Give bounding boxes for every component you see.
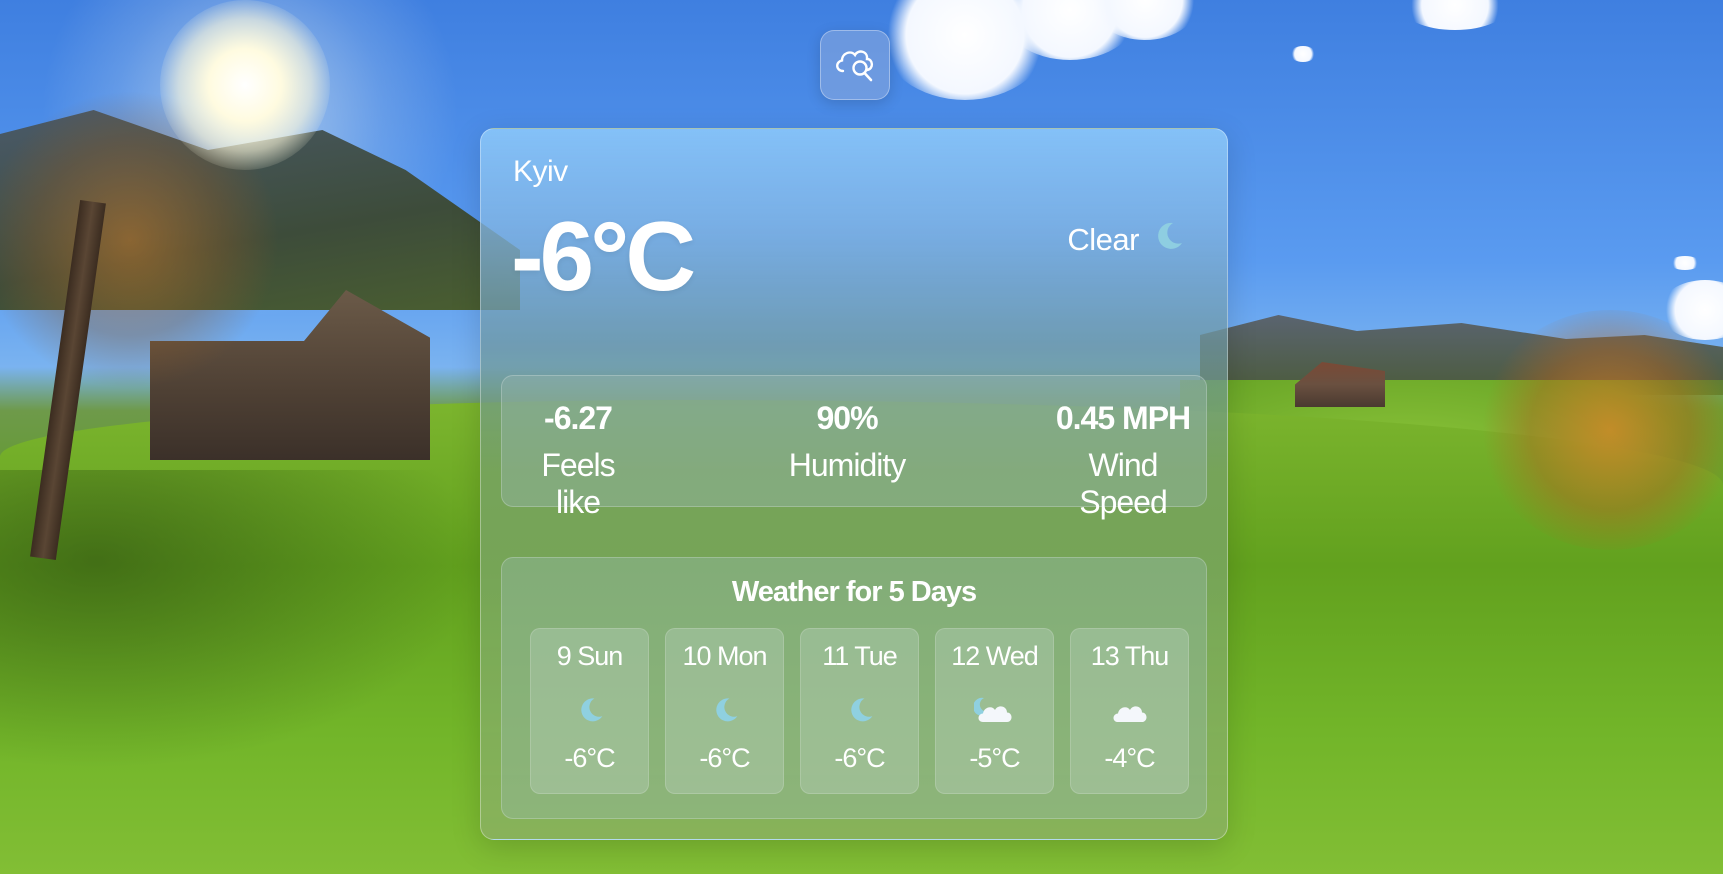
forecast-day-name: 10 Mon xyxy=(682,641,767,671)
background-cloud xyxy=(1400,0,1510,30)
background-mountain-right xyxy=(1200,315,1723,395)
background-hill-right xyxy=(1180,380,1723,580)
app-root: Kyiv -6°C Clear -6.27 Feels like 90% Hum… xyxy=(0,0,1723,874)
humidity-label: Humidity xyxy=(788,447,906,483)
current-condition: Clear xyxy=(1067,219,1185,261)
wind-speed-label: Wind Speed xyxy=(1079,447,1168,520)
feels-like-label: Feels like xyxy=(541,447,615,520)
weather-card: Kyiv -6°C Clear -6.27 Feels like 90% Hum… xyxy=(480,128,1228,840)
wind-speed-stat: 0.45 MPH Wind Speed xyxy=(1048,400,1198,521)
forecast-day-temp: -6°C xyxy=(834,743,885,773)
cloud-icon xyxy=(1071,695,1188,725)
forecast-day-name: 9 Sun xyxy=(556,641,624,671)
condition-label: Clear xyxy=(1067,222,1139,257)
forecast-day-temp: -4°C xyxy=(1104,743,1155,773)
background-mountain-left xyxy=(0,110,520,310)
forecast-day[interactable]: 12 Wed -5°C xyxy=(935,628,1054,794)
forecast-day[interactable]: 11 Tue -6°C xyxy=(800,628,919,794)
moon-icon xyxy=(801,695,918,725)
forecast-day-name: 11 Tue xyxy=(822,641,898,671)
background-cloud xyxy=(1090,0,1200,40)
current-temperature: -6°C xyxy=(511,201,696,311)
moon-icon xyxy=(666,695,783,725)
background-cloud xyxy=(1290,46,1316,62)
background-cloud xyxy=(1660,280,1723,340)
forecast-day[interactable]: 13 Thu -4°C xyxy=(1070,628,1189,794)
forecast-day-temp: -5°C xyxy=(969,743,1020,773)
background-cloud xyxy=(1000,0,1140,60)
search-button[interactable] xyxy=(820,30,890,100)
feels-like-value: -6.27 xyxy=(544,400,613,436)
moon-cloud-icon xyxy=(936,695,1053,725)
background-autumn-trees xyxy=(1480,310,1723,550)
feels-like-stat: -6.27 Feels like xyxy=(518,400,638,521)
forecast-day-name: 12 Wed xyxy=(951,641,1039,671)
background-sun xyxy=(160,0,330,170)
background-barn xyxy=(150,290,430,460)
background-cloud xyxy=(1670,256,1700,270)
moon-icon xyxy=(531,695,648,725)
forecast-day[interactable]: 10 Mon -6°C xyxy=(665,628,784,794)
city-name: Kyiv xyxy=(513,155,568,188)
forecast-day-name: 13 Thu xyxy=(1090,641,1170,671)
background-barn-small xyxy=(1295,362,1385,407)
background-shadow xyxy=(0,470,480,770)
forecast-day-temp: -6°C xyxy=(564,743,615,773)
background-tree-crown xyxy=(0,90,280,390)
background-tree-trunk xyxy=(30,199,106,561)
humidity-stat: 90% Humidity xyxy=(772,400,922,484)
cloud-search-icon xyxy=(833,43,877,88)
background-sun-glow xyxy=(40,0,460,320)
wind-speed-value: 0.45 MPH xyxy=(1055,400,1191,436)
forecast-title: Weather for 5 Days xyxy=(731,576,977,608)
forecast-day[interactable]: 9 Sun -6°C xyxy=(530,628,649,794)
forecast-day-temp: -6°C xyxy=(699,743,750,773)
forecast-panel: Weather for 5 Days 9 Sun -6°C 10 Mon -6°… xyxy=(501,557,1207,819)
forecast-days: 9 Sun -6°C 10 Mon -6°C 11 Tue -6°C 12 We… xyxy=(530,628,1190,794)
moon-icon xyxy=(1151,219,1185,261)
humidity-value: 90% xyxy=(816,400,878,436)
background-cloud xyxy=(880,0,1050,100)
stats-panel: -6.27 Feels like 90% Humidity 0.45 MPH W… xyxy=(501,375,1207,520)
